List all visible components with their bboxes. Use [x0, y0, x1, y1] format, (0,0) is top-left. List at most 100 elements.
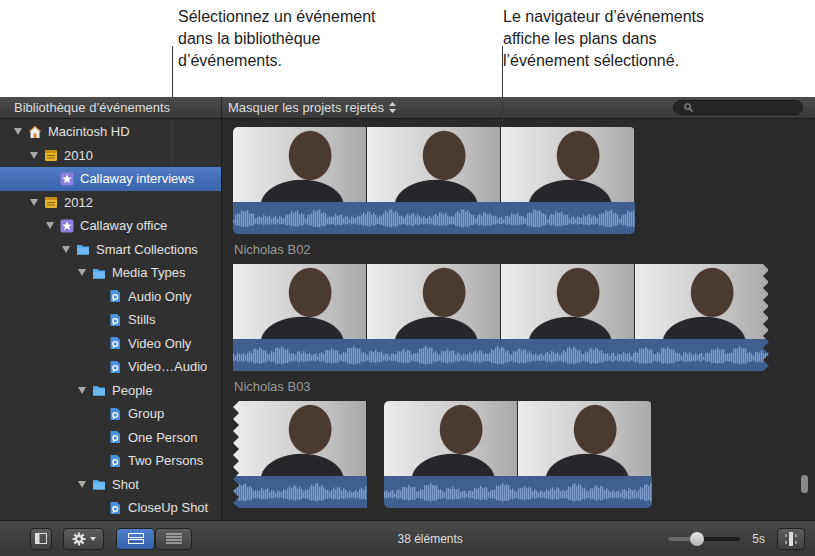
filmstrip-view-button[interactable]: [116, 528, 155, 550]
sidebar-item[interactable]: Callaway office: [0, 214, 221, 238]
dropdown-caret-icon: [90, 537, 96, 541]
event-star-icon: [60, 172, 74, 186]
sidebar-item[interactable]: 2010: [0, 144, 221, 168]
sidebar-item[interactable]: Stills: [0, 308, 221, 332]
video-frame: [233, 264, 367, 339]
sidebar-label[interactable]: Video Only: [128, 336, 191, 351]
clip-appearance-icon: [785, 532, 797, 546]
disclosure-slot: [42, 171, 58, 187]
gear-icon: [72, 532, 86, 546]
vertical-scrollbar[interactable]: [795, 119, 815, 520]
smart-collection-icon: [108, 501, 122, 515]
disclosure-slot: [90, 312, 106, 328]
clip[interactable]: [233, 401, 367, 508]
disclosure-slot: [90, 288, 106, 304]
sidebar-item[interactable]: Audio Only: [0, 285, 221, 309]
disclosure-triangle-icon[interactable]: [78, 269, 86, 276]
sidebar-item[interactable]: Video Only: [0, 332, 221, 356]
sidebar-label[interactable]: Smart Collections: [96, 242, 198, 257]
video-frame: [233, 127, 367, 202]
main-area: Macintosh HD 2010 Callaway interviews 2012 C…: [0, 119, 815, 520]
annotation-line: l’événement sélectionné.: [503, 50, 704, 72]
scroll-thumb[interactable]: [801, 475, 808, 493]
sidebar-label[interactable]: Audio Only: [128, 289, 192, 304]
disclosure-slot: [90, 406, 106, 422]
calendar-icon: [44, 195, 58, 209]
smart-collection-icon: [108, 313, 122, 327]
audio-waveform: [233, 202, 635, 234]
list-view-button[interactable]: [155, 528, 192, 550]
disclosure-slot: [26, 194, 42, 210]
sidebar-label[interactable]: Stills: [128, 312, 155, 327]
sidebar-label[interactable]: Media Types: [112, 265, 185, 280]
status-bar: 38 éléments 5s: [0, 520, 815, 556]
video-frame: [233, 401, 367, 476]
disclosure-triangle-icon[interactable]: [78, 387, 86, 394]
sidebar-label[interactable]: CloseUp Shot: [128, 500, 208, 515]
video-frame: [384, 401, 518, 476]
disclosure-slot: [90, 359, 106, 375]
disclosure-triangle-icon[interactable]: [30, 199, 38, 206]
smart-collection-icon: [108, 454, 122, 468]
clip-name[interactable]: Nicholas B02: [234, 242, 311, 257]
disclosure-slot: [74, 382, 90, 398]
zoom-reading: 5s: [752, 532, 765, 546]
sidebar-label[interactable]: Callaway office: [80, 218, 167, 233]
disclosure-triangle-icon[interactable]: [46, 222, 54, 229]
updown-arrows-icon[interactable]: [389, 102, 396, 113]
action-menu-button[interactable]: [63, 528, 104, 550]
sidebar-item[interactable]: One Person: [0, 426, 221, 450]
sidebar-item[interactable]: People: [0, 379, 221, 403]
filmstrip-icon: [128, 533, 144, 544]
view-switch: [116, 528, 192, 550]
sidebar-item[interactable]: Video…Audio: [0, 355, 221, 379]
disclosure-slot: [10, 124, 26, 140]
sidebar-label[interactable]: 2010: [64, 148, 93, 163]
filter-label[interactable]: Masquer les projets rejetés: [228, 100, 384, 115]
clip[interactable]: [384, 401, 652, 508]
filter-popup[interactable]: Masquer les projets rejetés: [222, 100, 673, 115]
search-field[interactable]: [673, 100, 803, 115]
sidebar-label[interactable]: Two Persons: [128, 453, 203, 468]
clip-row: [233, 264, 795, 371]
video-frame: [518, 401, 652, 476]
zoom-slider[interactable]: [668, 537, 740, 541]
smart-collection-icon: [108, 289, 122, 303]
sidebar-item[interactable]: Macintosh HD: [0, 120, 221, 144]
disclosure-triangle-icon[interactable]: [14, 128, 22, 135]
video-frame: [367, 127, 501, 202]
disclosure-slot: [42, 218, 58, 234]
disclosure-triangle-icon[interactable]: [62, 246, 70, 253]
disclosure-triangle-icon[interactable]: [78, 481, 86, 488]
sidebar-label[interactable]: Shot: [112, 477, 139, 492]
sidebar-item[interactable]: 2012: [0, 191, 221, 215]
clip[interactable]: [233, 264, 769, 371]
video-frame: [501, 127, 635, 202]
folder-icon: [92, 266, 106, 280]
sidebar-item[interactable]: Media Types: [0, 261, 221, 285]
sidebar-item[interactable]: CloseUp Shot: [0, 496, 221, 520]
sidebar-label[interactable]: 2012: [64, 195, 93, 210]
sidebar-label[interactable]: Video…Audio: [128, 359, 207, 374]
disclosure-triangle-icon[interactable]: [30, 152, 38, 159]
clip[interactable]: [233, 127, 635, 234]
sidebar-item[interactable]: Group: [0, 402, 221, 426]
clip-name[interactable]: Nicholas B03: [234, 379, 311, 394]
video-frame: [635, 264, 769, 339]
annotation-line: d’événements.: [178, 50, 478, 72]
sidebar-label[interactable]: Macintosh HD: [48, 124, 130, 139]
sidebar-item[interactable]: Shot: [0, 473, 221, 497]
sidebar-label[interactable]: One Person: [128, 430, 197, 445]
sidebar-item[interactable]: Two Persons: [0, 449, 221, 473]
sidebar-toggle-button[interactable]: [30, 528, 52, 550]
sidebar-item[interactable]: Smart Collections: [0, 238, 221, 262]
sidebar-item[interactable]: Callaway interviews: [0, 167, 221, 191]
clip-appearance-button[interactable]: [777, 528, 805, 550]
sidebar-label[interactable]: Group: [128, 406, 164, 421]
item-count: 38 éléments: [192, 532, 668, 546]
zoom-thumb[interactable]: [690, 532, 704, 546]
disclosure-slot: [90, 335, 106, 351]
sidebar-label[interactable]: People: [112, 383, 152, 398]
sidebar-label[interactable]: Callaway interviews: [80, 171, 194, 186]
smart-collection-icon: [108, 407, 122, 421]
